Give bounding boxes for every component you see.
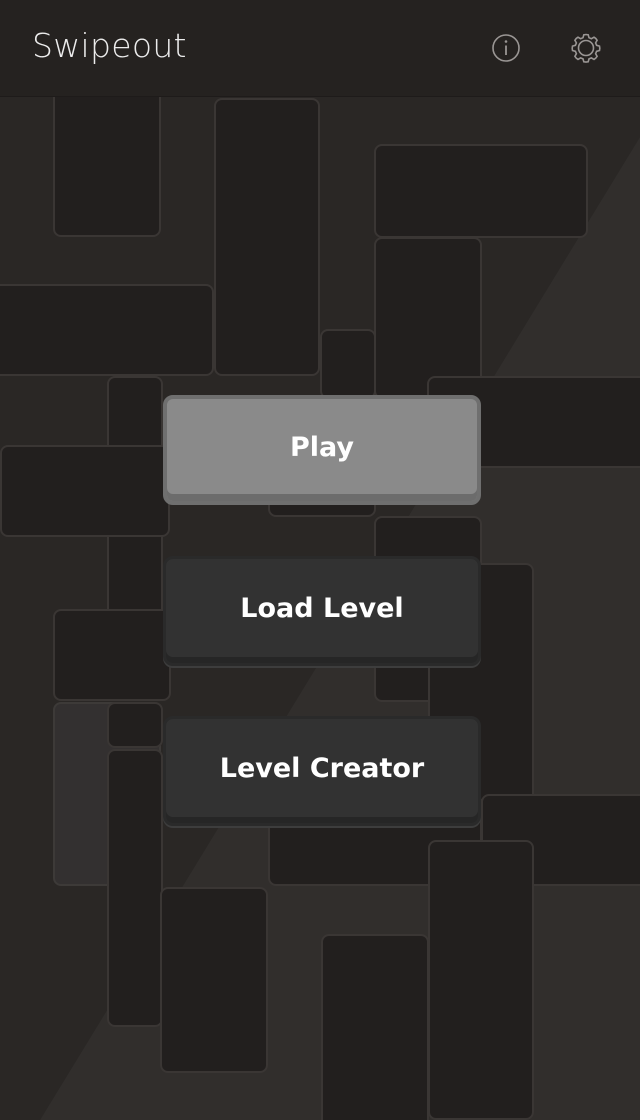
- gear-icon: [571, 33, 601, 63]
- board-block: [53, 609, 171, 701]
- load-level-button[interactable]: Load Level: [163, 556, 481, 666]
- app-window: Swipeout Play Load Level Level Creator: [0, 0, 640, 1120]
- board-block: [107, 749, 163, 1027]
- play-button[interactable]: Play: [163, 395, 481, 505]
- board-block: [428, 840, 534, 1120]
- app-title: Swipeout: [32, 26, 187, 65]
- board-block: [214, 98, 320, 376]
- board-block: [0, 284, 214, 376]
- settings-button[interactable]: [568, 30, 604, 66]
- board-block: [320, 329, 376, 399]
- board-block: [374, 237, 482, 399]
- app-header: Swipeout: [0, 0, 640, 97]
- info-button[interactable]: [488, 30, 524, 66]
- level-creator-button[interactable]: Level Creator: [163, 716, 481, 826]
- info-circle-icon: [492, 34, 520, 62]
- board-block: [0, 445, 170, 537]
- board-block: [374, 144, 588, 238]
- board-block: [160, 887, 268, 1073]
- board-block: [53, 97, 161, 237]
- board-block: [107, 702, 163, 748]
- board-block: [321, 934, 429, 1120]
